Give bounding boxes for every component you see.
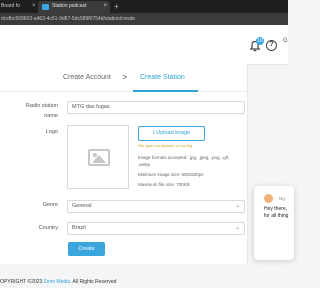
chat-popup[interactable]: Ng Hey there, for all thing <box>254 186 294 260</box>
station-name-label: Radio station name <box>14 103 58 119</box>
image-placeholder-icon <box>88 149 110 166</box>
chevron-right-icon: > <box>122 72 128 82</box>
browser-tab-board[interactable]: Board fo <box>0 1 32 13</box>
notification-badge: 10 <box>256 37 264 45</box>
country-label: Country <box>38 225 58 231</box>
tab-title: Station podcast <box>52 3 87 9</box>
create-button[interactable]: Create <box>68 242 105 256</box>
tab-create-station[interactable]: Create Station <box>140 74 185 81</box>
close-icon[interactable]: × <box>103 1 107 12</box>
help-icon[interactable]: ? <box>266 40 277 51</box>
genre-select[interactable]: General ⌄ <box>67 200 245 213</box>
user-avatar[interactable]: G <box>283 38 288 44</box>
footer-prefix: OPYRIGHT ©2023 <box>0 279 43 285</box>
new-tab-icon[interactable]: + <box>114 1 119 12</box>
footer-copyright: OPYRIGHT ©2023 Zeno Media. All Rights Re… <box>0 279 116 285</box>
close-icon[interactable]: × <box>32 1 36 12</box>
station-name-label-line1: Radio station <box>25 103 58 109</box>
min-size-note: Minimum image size: 500x500px <box>138 172 204 177</box>
site-favicon-icon <box>42 4 49 10</box>
footer-brand-link[interactable]: Zeno Media. <box>44 279 72 285</box>
station-name-input[interactable]: MTG das fugas <box>67 101 245 114</box>
browser-tab-bar: Board fo × Station podcast × + <box>0 0 288 13</box>
chevron-down-icon: ⌄ <box>234 225 240 231</box>
max-size-note: Maximum file size: 700KB <box>138 182 190 187</box>
chat-message-line2: for all thing <box>264 213 289 219</box>
chevron-down-icon: ⌄ <box>234 203 240 209</box>
logo-label: Logo <box>45 129 58 135</box>
tab-create-account[interactable]: Create Account <box>63 74 111 81</box>
chat-message-line1: Hey there, <box>264 206 288 212</box>
station-name-value: MTG das fugas <box>72 104 110 110</box>
active-tab-indicator <box>133 90 198 92</box>
upload-button-label: Upload image <box>156 130 191 136</box>
formats-note: Image formats accepted: .jpg, .jpeg, .pn… <box>138 155 230 160</box>
country-select[interactable]: Brazil ⌄ <box>67 222 245 235</box>
genre-label: Genre <box>42 202 58 208</box>
logo-preview <box>67 125 129 189</box>
url-text[interactable]: dcsfbc509603-a463-4c61-9d87-5dc589f0754d… <box>1 14 201 24</box>
station-name-label-line2: name <box>44 113 58 119</box>
country-value: Brazil <box>72 225 86 231</box>
step-tabs: Create Account > Create Station <box>0 64 248 92</box>
upload-image-button[interactable]: ⭱ Upload image <box>138 126 205 141</box>
genre-value: General <box>72 203 92 209</box>
app-header <box>0 25 288 65</box>
address-bar[interactable]: dcsfbc509603-a463-4c61-9d87-5dc589f0754d… <box>0 13 288 25</box>
upload-warning: File type not allowed or too big <box>138 143 193 148</box>
browser-tab-station[interactable]: Station podcast × <box>38 1 110 13</box>
footer-suffix: All Rights Reserved <box>72 279 117 285</box>
formats-note-cont: .webp <box>138 162 151 167</box>
chat-agent-name: Ng <box>279 196 285 201</box>
chat-avatar <box>264 194 273 203</box>
